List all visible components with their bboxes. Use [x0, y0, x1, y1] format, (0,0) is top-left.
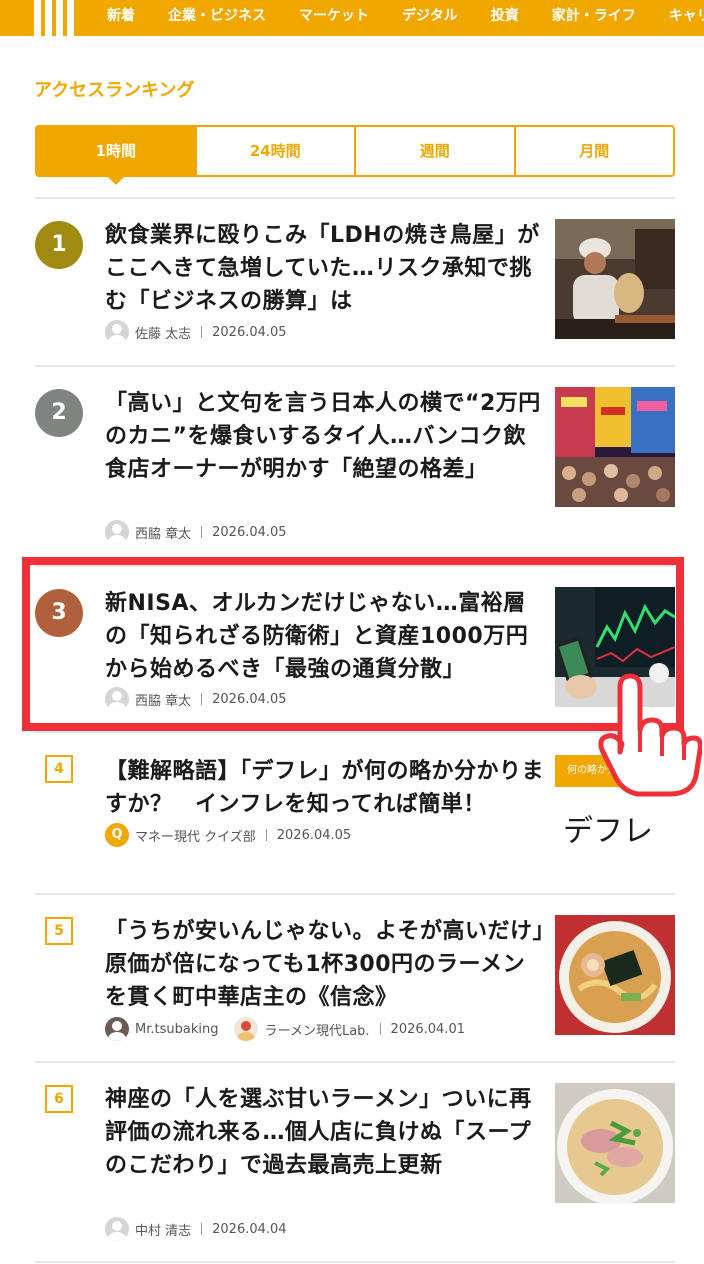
- ranking-item-6[interactable]: 6 神座の「人を選ぶ甘いラーメン」ついに再評価の流れ来る…個人店に負けぬ「スープ…: [35, 1083, 675, 1245]
- nav-item-career[interactable]: キャリア・: [669, 0, 704, 36]
- article-meta: Q マネー現代 クイズ部 2026.04.05: [105, 823, 351, 847]
- article-date: 2026.04.01: [390, 1021, 465, 1037]
- author-avatar: [105, 1217, 129, 1241]
- divider: [35, 197, 675, 199]
- article-date: 2026.04.04: [212, 1221, 287, 1237]
- article-title[interactable]: 「高い」と文句を言う日本人の横で“2万円のカニ”を爆食いするタイ人…バンコク飲食…: [105, 387, 545, 486]
- article-title[interactable]: 【難解略語】「デフレ」が何の略か分かりますか？ インフレを知ってれば簡単！: [105, 755, 545, 821]
- highlight-frame: [22, 557, 684, 731]
- thumbnail-word: デフレ: [563, 814, 653, 849]
- ranking-item-4[interactable]: 4 【難解略語】「デフレ」が何の略か分かりますか？ インフレを知ってれば簡単！ …: [35, 755, 675, 875]
- author-name[interactable]: マネー現代 クイズ部: [135, 826, 256, 845]
- top-nav: 新着 企業・ビジネス マーケット デジタル 投資 家計・ライフ キャリア・: [0, 0, 704, 36]
- article-date: 2026.04.05: [212, 324, 287, 340]
- author-name[interactable]: Mr.tsubaking: [135, 1022, 218, 1037]
- rank-badge-gold: 1: [35, 221, 83, 269]
- article-meta: Mr.tsubaking ラーメン現代Lab. 2026.04.01: [105, 1017, 465, 1041]
- section-title: アクセスランキング: [34, 80, 195, 101]
- tab-monthly[interactable]: 月間: [513, 127, 674, 175]
- nav-item-invest[interactable]: 投資: [491, 0, 519, 36]
- article-date: 2026.04.05: [276, 827, 352, 843]
- rank-badge-silver: 2: [35, 389, 83, 437]
- author-avatar: [105, 520, 129, 544]
- author-avatar: [105, 1017, 129, 1041]
- rank-badge: 6: [45, 1085, 73, 1113]
- article-thumbnail[interactable]: [555, 1083, 675, 1203]
- article-thumbnail[interactable]: [555, 915, 675, 1035]
- nav-item-new[interactable]: 新着: [107, 0, 135, 36]
- meta-divider: [201, 1223, 203, 1235]
- meta-divider: [201, 526, 203, 538]
- tab-1-hour[interactable]: 1時間: [37, 127, 195, 185]
- nav-item-market[interactable]: マーケット: [299, 0, 369, 36]
- rank-badge: 4: [45, 755, 73, 783]
- author-avatar: [105, 320, 129, 344]
- article-meta: 佐藤 太志 2026.04.05: [105, 320, 287, 344]
- meta-divider: [379, 1023, 381, 1035]
- divider: [35, 365, 675, 367]
- article-title[interactable]: 飲食業界に殴りこみ「LDHの焼き鳥屋」がここへきて急増していた…リスク承知で挑む…: [105, 219, 545, 318]
- divider: [35, 1261, 675, 1263]
- nav-item-digital[interactable]: デジタル: [402, 0, 458, 36]
- author-name[interactable]: 佐藤 太志: [135, 323, 191, 342]
- divider: [35, 1061, 675, 1063]
- nav-item-life[interactable]: 家計・ライフ: [552, 0, 636, 36]
- tab-weekly[interactable]: 週間: [354, 127, 514, 175]
- author-name-2[interactable]: ラーメン現代Lab.: [264, 1020, 369, 1039]
- author-name[interactable]: 中村 清志: [135, 1220, 191, 1239]
- article-title[interactable]: 「うちが安いんじゃない。よそが高いだけ」原価が倍になっても1杯300円のラーメン…: [105, 915, 545, 1014]
- article-thumbnail[interactable]: [555, 387, 675, 507]
- article-title[interactable]: 神座の「人を選ぶ甘いラーメン」ついに再評価の流れ来る…個人店に負けぬ「スープのこ…: [105, 1083, 545, 1182]
- meta-divider: [265, 829, 267, 841]
- article-meta: 西脇 章太 2026.04.05: [105, 520, 287, 544]
- ramen-lab-avatar: [234, 1017, 259, 1041]
- article-thumbnail[interactable]: [555, 219, 675, 339]
- nav-menu: 新着 企業・ビジネス マーケット デジタル 投資 家計・ライフ キャリア・: [107, 0, 704, 36]
- pointing-hand-icon: [598, 672, 703, 798]
- divider: [35, 893, 675, 895]
- ranking-item-5[interactable]: 5 「うちが安いんじゃない。よそが高いだけ」原価が倍になっても1杯300円のラー…: [35, 915, 675, 1041]
- ranking-tabs: 1時間 24時間 週間 月間: [35, 125, 675, 185]
- meta-divider: [201, 326, 203, 338]
- site-logo[interactable]: [34, 0, 74, 36]
- tab-24-hours[interactable]: 24時間: [194, 127, 355, 175]
- ranking-item-2[interactable]: 2 「高い」と文句を言う日本人の横で“2万円のカニ”を爆食いするタイ人…バンコク…: [35, 387, 675, 544]
- divider: [35, 731, 675, 733]
- quiz-author-icon: Q: [105, 823, 129, 847]
- rank-badge: 5: [45, 917, 73, 945]
- nav-item-business[interactable]: 企業・ビジネス: [168, 0, 266, 36]
- author-name[interactable]: 西脇 章太: [135, 523, 191, 542]
- article-date: 2026.04.05: [212, 524, 287, 540]
- article-meta: 中村 清志 2026.04.04: [105, 1217, 287, 1241]
- ranking-item-1[interactable]: 1 飲食業界に殴りこみ「LDHの焼き鳥屋」がここへきて急増していた…リスク承知で…: [35, 219, 675, 344]
